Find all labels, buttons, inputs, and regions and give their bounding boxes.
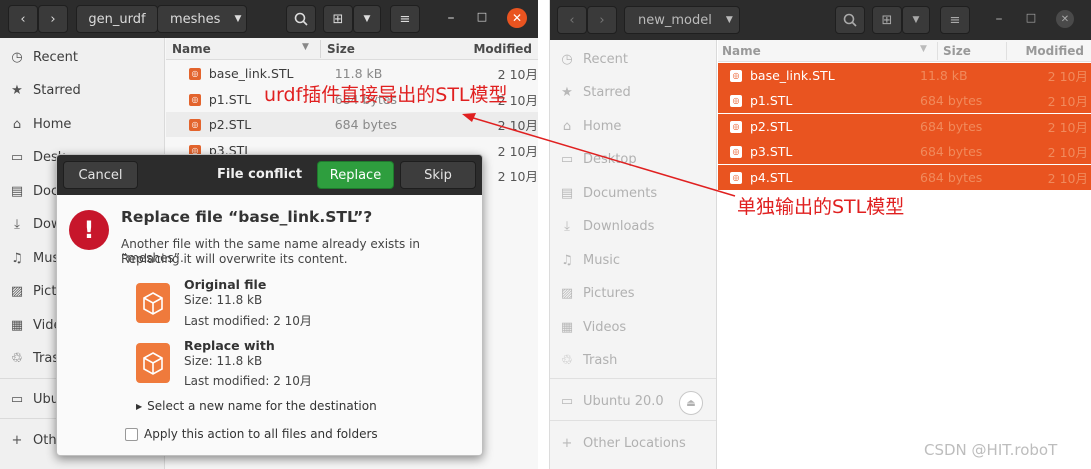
annotation-single-export: 单独输出的STL模型 [737,196,905,218]
watermark: CSDN @HIT.roboT [924,441,1058,459]
annotation-arrow [462,113,736,197]
annotation-urdf-export: urdf插件直接导出的STL模型 [264,84,508,106]
